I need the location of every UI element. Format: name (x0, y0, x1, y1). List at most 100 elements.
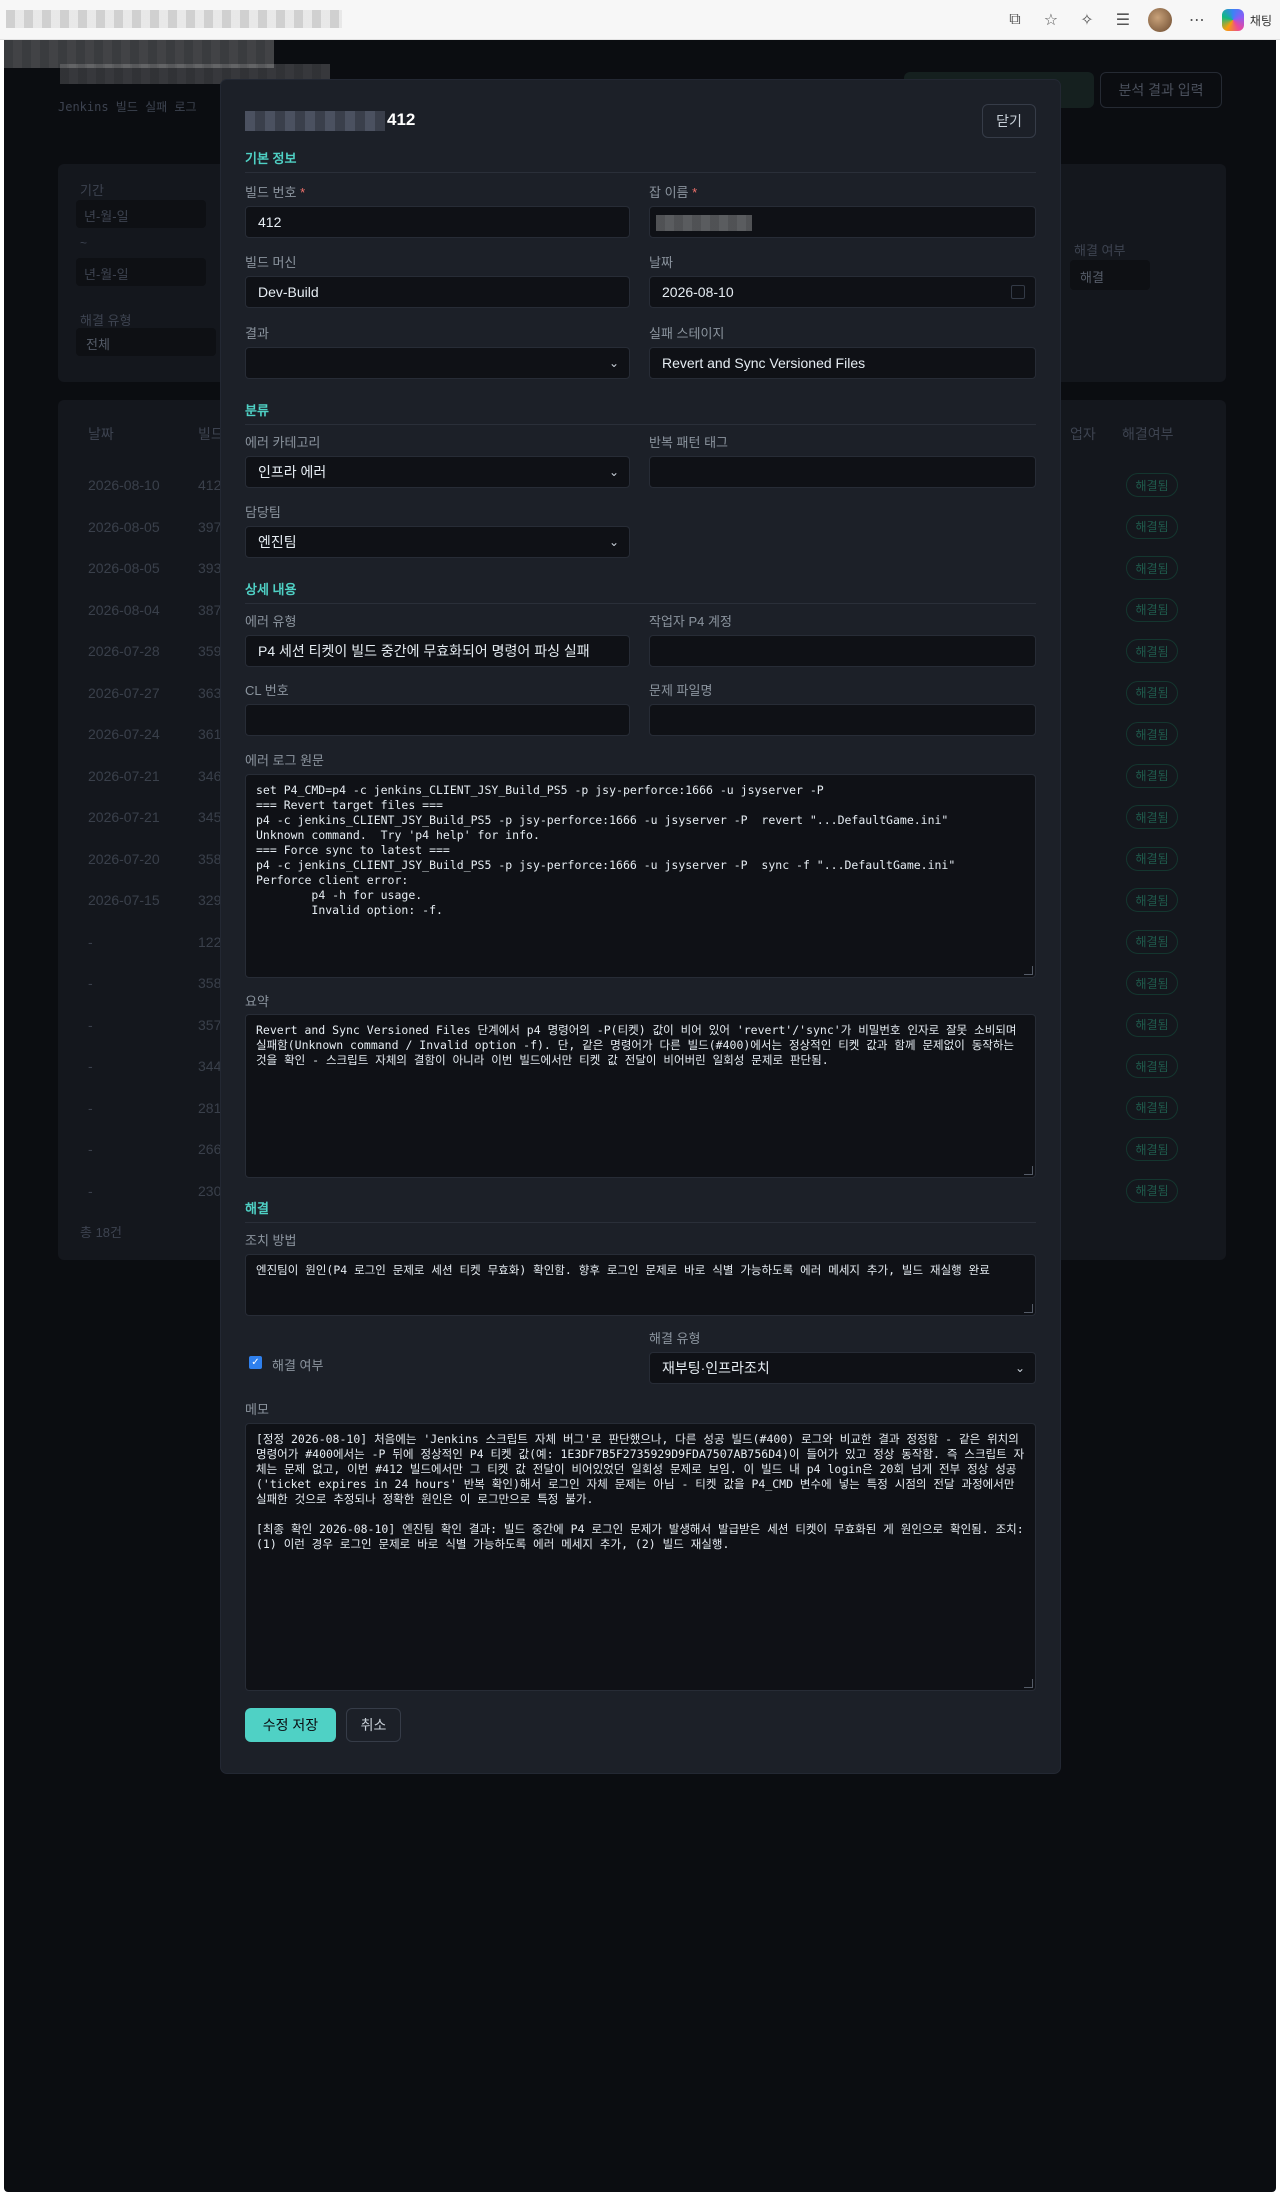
table-row-date: 2026-07-20 (88, 850, 160, 867)
failed-stage-label: 실패 스테이지 (649, 326, 725, 341)
table-row-date: 2026-08-05 (88, 560, 160, 576)
job-name-input[interactable] (649, 206, 1036, 238)
star-icon[interactable]: ☆ (1040, 9, 1062, 31)
table-row-build: 344 (198, 1058, 222, 1074)
save-button[interactable]: 수정 저장 (245, 1708, 336, 1742)
resolved-filter[interactable]: 해결 (1070, 260, 1150, 290)
table-row-build: 346 (198, 767, 222, 784)
failed-stage-input[interactable]: Revert and Sync Versioned Files (649, 347, 1036, 379)
blurred-job-name (245, 110, 385, 131)
table-row-build: 329 (198, 892, 222, 908)
tilde: ~ (80, 236, 88, 250)
table-row-build: 358 (198, 850, 222, 867)
calendar-icon[interactable] (1011, 285, 1025, 299)
status-badge: 해결됨 (1126, 680, 1178, 705)
error-log-label: 에러 로그 원문 (245, 753, 324, 768)
job-name-label: 잡 이름 * (649, 185, 698, 200)
table-row-build: 358 (198, 975, 222, 991)
table-row-date: - (88, 1182, 93, 1199)
table-row-date: - (88, 933, 93, 950)
close-button[interactable]: 닫기 (982, 104, 1036, 138)
table-row-date: 2026-08-10 (88, 477, 160, 493)
table-row-date: 2026-07-21 (88, 767, 160, 784)
extensions-icon[interactable]: ✧ (1076, 9, 1098, 31)
build-machine-input[interactable]: Dev-Build (245, 276, 630, 308)
error-type-input[interactable]: P4 세션 티켓이 빌드 중간에 무효화되어 명령어 파싱 실패 (245, 635, 630, 667)
period-label: 기간 (80, 183, 104, 198)
table-row-build: 393 (198, 560, 222, 576)
table-row-date: 2026-07-27 (88, 684, 160, 701)
status-badge: 해결됨 (1126, 556, 1178, 580)
build-number-label: 빌드 번호 * (245, 185, 306, 200)
table-row-date: 2026-08-04 (88, 601, 160, 618)
more-icon[interactable]: ⋯ (1186, 9, 1208, 31)
table-row-build: 357 (198, 1016, 222, 1033)
chevron-down-icon: ⌄ (608, 356, 619, 370)
status-badge: 해결됨 (1126, 1137, 1178, 1161)
status-badge: 해결됨 (1126, 722, 1178, 746)
resolution-type-label: 해결 유형 (649, 1331, 701, 1346)
cancel-button[interactable]: 취소 (346, 1708, 401, 1742)
resolved-filter-label: 해결 여부 (1074, 243, 1126, 258)
table-row-build: 359 (198, 643, 222, 659)
resolution-type-filter[interactable]: 전체 (76, 328, 216, 356)
section-basic-info: 기본 정보 (245, 151, 297, 166)
chevron-down-icon: ⌄ (608, 465, 619, 479)
profile-avatar[interactable] (1147, 8, 1172, 32)
memo-label: 메모 (245, 1402, 269, 1417)
status-badge: 해결됨 (1126, 846, 1178, 871)
copilot-button[interactable]: 채팅 (1221, 9, 1272, 31)
build-number-input[interactable]: 412 (245, 206, 630, 238)
table-row-date: - (88, 1099, 93, 1116)
start-date-input[interactable]: 년-월-일 (76, 200, 206, 228)
section-divider (245, 424, 1036, 425)
status-badge: 해결됨 (1126, 1054, 1178, 1078)
result-select[interactable]: ⌄ (245, 347, 630, 379)
table-row-date: - (88, 1141, 93, 1157)
table-row-date: 2026-07-21 (88, 809, 160, 825)
table-row-date: - (88, 1016, 93, 1033)
memo-textarea[interactable]: [정정 2026-08-10] 처음에는 'Jenkins 스크립트 자체 버그… (245, 1423, 1036, 1691)
table-row-date: 2026-07-28 (88, 643, 160, 659)
cl-number-label: CL 번호 (245, 683, 289, 698)
resolution-type-select[interactable]: 재부팅·인프라조치 ⌄ (649, 1352, 1036, 1384)
status-badge: 해결됨 (1126, 1095, 1178, 1120)
blurred-address-bar[interactable] (6, 10, 342, 28)
summary-textarea[interactable]: Revert and Sync Versioned Files 단계에서 p4 … (245, 1014, 1036, 1178)
table-header-resolved: 해결여부 (1122, 426, 1174, 442)
status-badge: 해결됨 (1126, 929, 1178, 954)
resolved-checkbox[interactable]: ✓ (249, 1356, 262, 1369)
section-classification: 분류 (245, 403, 269, 418)
chevron-down-icon: ⌄ (1014, 1361, 1025, 1375)
table-row-build: 412 (198, 477, 222, 493)
favorites-icon[interactable]: ☰ (1112, 9, 1134, 31)
table-header-worker: 업자 (1070, 426, 1096, 442)
check-icon: ✓ (251, 1357, 260, 1368)
browser-toolbar: ⧉ ☆ ✧ ☰ ⋯ 채팅 (0, 0, 1280, 40)
pattern-tag-input[interactable] (649, 456, 1036, 488)
table-row-date: 2026-07-24 (88, 726, 160, 742)
table-row-date: 2026-07-15 (88, 892, 160, 908)
end-date-input[interactable]: 년-월-일 (76, 258, 206, 286)
status-badge: 해결됨 (1126, 1012, 1178, 1037)
section-divider (245, 172, 1036, 173)
status-badge: 해결됨 (1126, 971, 1178, 995)
action-label: 조치 방법 (245, 1233, 297, 1248)
status-badge: 해결됨 (1126, 888, 1178, 912)
section-divider (245, 1222, 1036, 1223)
owner-select[interactable]: 엔진팀 ⌄ (245, 526, 630, 558)
section-divider (245, 603, 1036, 604)
analysis-input-button[interactable]: 분석 결과 입력 (1100, 72, 1222, 108)
blurred-job-name-value (656, 215, 752, 231)
date-input[interactable]: 2026-08-10 (649, 276, 1036, 308)
translate-icon[interactable]: ⧉ (1004, 9, 1026, 31)
error-category-select[interactable]: 인프라 에러 ⌄ (245, 456, 630, 488)
problem-file-input[interactable] (649, 704, 1036, 736)
action-textarea[interactable]: 엔진팀이 원인(P4 로그인 문제로 세션 티켓 무효화) 확인함. 향후 로그… (245, 1254, 1036, 1316)
table-row-build: 361 (198, 726, 222, 742)
cl-number-input[interactable] (245, 704, 630, 736)
p4-account-input[interactable] (649, 635, 1036, 667)
table-row-build: 266 (198, 1141, 222, 1157)
error-log-textarea[interactable]: set P4_CMD=p4 -c jenkins_CLIENT_JSY_Buil… (245, 774, 1036, 978)
status-badge: 해결됨 (1126, 514, 1178, 539)
